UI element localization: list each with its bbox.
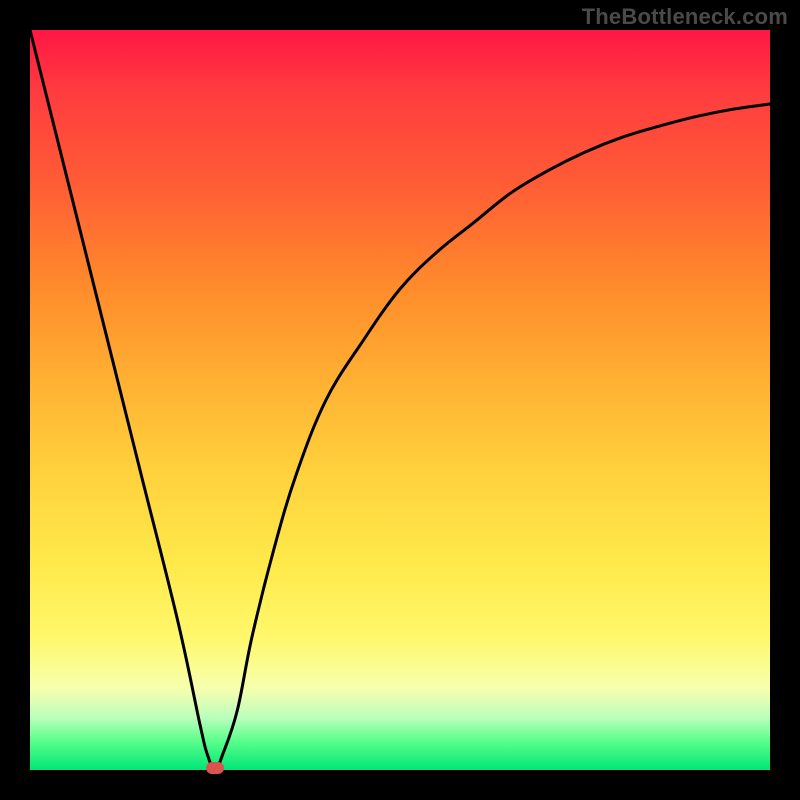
attribution-label: TheBottleneck.com bbox=[582, 4, 788, 30]
chart-frame: TheBottleneck.com bbox=[0, 0, 800, 800]
plot-area bbox=[30, 30, 770, 770]
minimum-marker bbox=[206, 762, 224, 774]
curve-path bbox=[30, 30, 770, 770]
bottleneck-curve bbox=[30, 30, 770, 770]
